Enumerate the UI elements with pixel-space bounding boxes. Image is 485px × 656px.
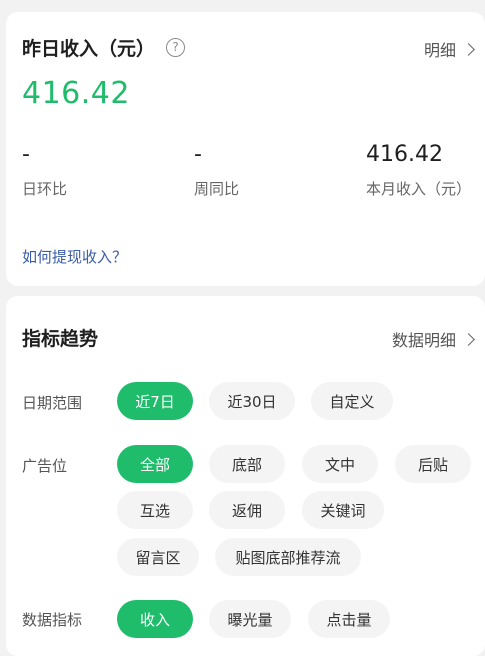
trend-card: 指标趋势 数据明细 日期范围 近7日 近30日 自定义 广告位 全部 底部 文中…: [6, 296, 485, 656]
chip-slot-in-article[interactable]: 文中: [302, 445, 378, 483]
income-title: 昨日收入（元）: [22, 38, 156, 60]
week-over-week-value: -: [194, 142, 202, 167]
trend-detail-label: 数据明细: [391, 331, 456, 350]
yesterday-income-value: 416.42: [22, 76, 130, 111]
day-over-day-label: 日环比: [22, 180, 68, 198]
chip-metric-clicks[interactable]: 点击量: [308, 600, 390, 638]
chip-slot-all[interactable]: 全部: [117, 445, 193, 483]
chip-date-7d[interactable]: 近7日: [117, 382, 193, 420]
chip-slot-post-roll[interactable]: 后贴: [395, 445, 471, 483]
ad-slot-label: 广告位: [22, 457, 68, 475]
chip-date-30d[interactable]: 近30日: [209, 382, 295, 420]
chip-metric-impressions[interactable]: 曝光量: [209, 600, 291, 638]
chip-slot-comments[interactable]: 留言区: [117, 538, 199, 576]
trend-detail-link[interactable]: 数据明细: [391, 327, 475, 351]
chip-slot-image-feed[interactable]: 贴图底部推荐流: [215, 538, 361, 576]
withdraw-help-link[interactable]: 如何提现收入？: [22, 246, 127, 267]
metric-label: 数据指标: [22, 611, 83, 629]
chip-slot-bottom[interactable]: 底部: [209, 445, 285, 483]
chip-date-custom[interactable]: 自定义: [311, 382, 393, 420]
week-over-week-label: 周同比: [194, 180, 240, 198]
chevron-right-icon: [462, 42, 475, 56]
chevron-right-icon: [462, 332, 475, 346]
trend-title: 指标趋势: [22, 328, 99, 350]
help-icon[interactable]: ?: [166, 38, 185, 57]
chip-slot-mutual[interactable]: 互选: [117, 491, 193, 529]
chip-slot-commission[interactable]: 返佣: [209, 491, 285, 529]
month-income-value: 416.42: [366, 142, 443, 167]
chip-slot-keyword[interactable]: 关键词: [302, 491, 384, 529]
date-range-label: 日期范围: [22, 394, 83, 412]
chip-metric-income[interactable]: 收入: [117, 600, 193, 638]
month-income-label: 本月收入（元）: [366, 180, 472, 198]
income-detail-label: 明细: [423, 41, 456, 60]
day-over-day-value: -: [22, 142, 30, 167]
income-detail-link[interactable]: 明细: [423, 37, 475, 61]
income-card: 昨日收入（元） ? 明细 416.42 - 日环比 - 周同比 416.42 本…: [6, 12, 485, 286]
